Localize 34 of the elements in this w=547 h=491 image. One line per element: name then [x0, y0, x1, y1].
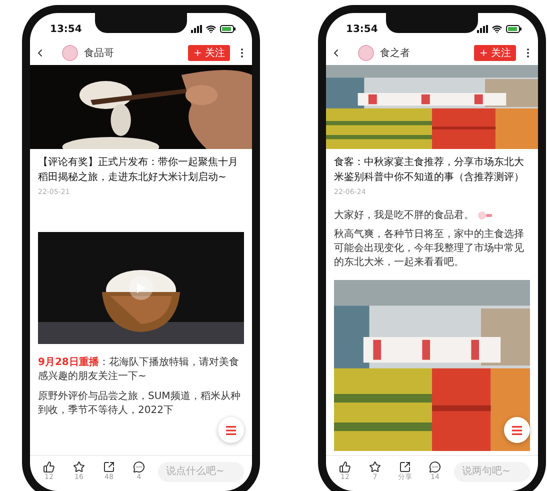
status-time: 13:54: [346, 24, 378, 34]
paragraph: 原野外评价与品尝之旅，SUM频道，稻米从种到收，季节不等待人，2022下: [37, 390, 242, 418]
comment-field[interactable]: 说两句吧~: [454, 462, 530, 482]
thumbs-up-icon: [339, 461, 351, 473]
paragraph: 9月28日重播：花海队下播放特辑，请对美食感兴趣的朋友关注一下~: [37, 356, 240, 384]
list-button[interactable]: [218, 417, 244, 443]
signal-icon: [191, 25, 202, 33]
author-name[interactable]: 食品哥: [84, 46, 182, 60]
emoji-icon: [478, 210, 492, 220]
author-name[interactable]: 食之者: [380, 46, 468, 60]
chat-icon: [429, 461, 441, 473]
comment-field[interactable]: 说点什么吧~: [158, 462, 244, 482]
paragraph: 秋高气爽，各种节日将至，家中的主食选择可能会出现变化，今年我整理了市场中常见的东北大米，一起来看看吧。: [333, 228, 525, 270]
list-icon: [512, 426, 522, 434]
star-icon: [73, 461, 85, 473]
share-icon: [399, 461, 411, 473]
thumbs-up-icon: [43, 461, 55, 473]
play-button[interactable]: [129, 276, 153, 300]
signal-icon: [477, 25, 488, 33]
greeting-text: 大家好，我是吃不胖的食品君。: [334, 208, 474, 222]
battery-icon: [506, 25, 522, 33]
article-title: 【评论有奖】正式片发布：带你一起聚焦十月稻田揭秘之旅，走进东北好大米计划启动~: [37, 156, 239, 185]
list-icon: [226, 426, 236, 434]
chat-icon: [133, 461, 145, 473]
article-title: 食客：中秋家宴主食推荐，分享市场东北大米鉴别科普中你不知道的事（含推荐测评）: [333, 156, 525, 185]
status-time: 13:54: [50, 24, 82, 34]
star-icon: [369, 461, 381, 473]
share-icon: [103, 461, 115, 473]
follow-button[interactable]: + 关注: [188, 45, 230, 61]
battery-icon: [220, 25, 236, 33]
follow-button[interactable]: + 关注: [474, 45, 516, 61]
wifi-icon: [206, 24, 216, 34]
wifi-icon: [492, 24, 502, 34]
play-icon: [136, 283, 146, 293]
